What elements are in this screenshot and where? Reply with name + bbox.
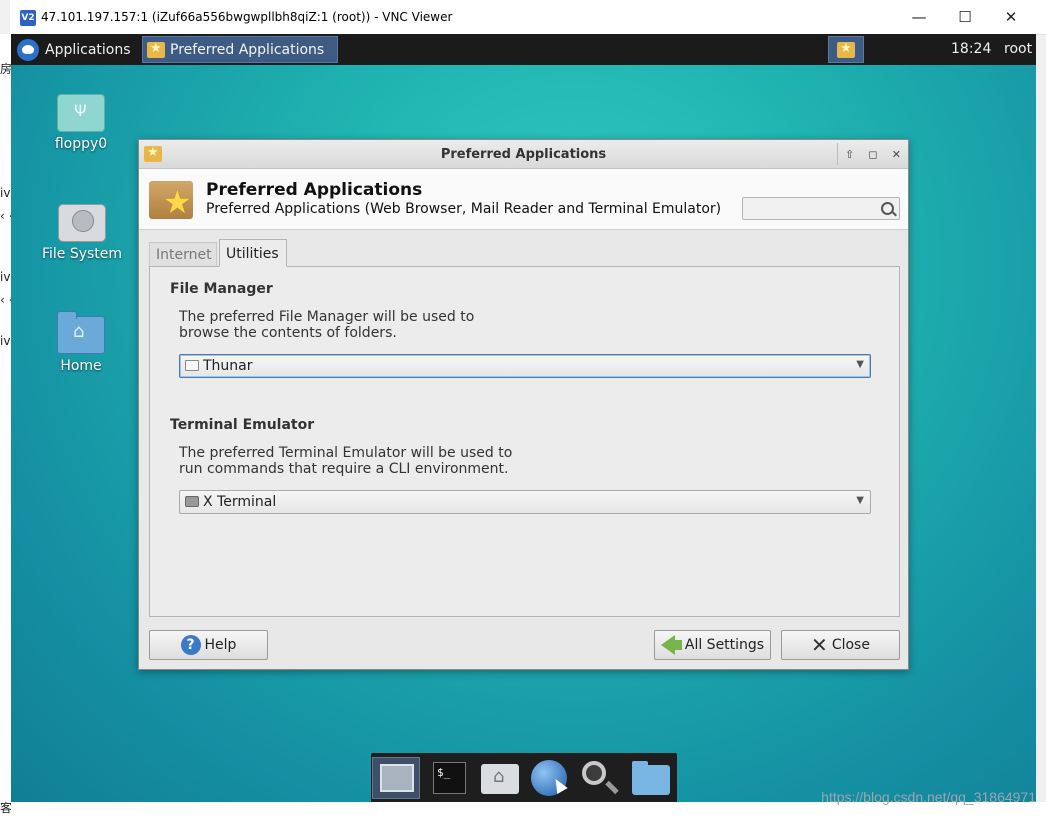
- file-manager-description: The preferred File Manager will be used …: [179, 309, 475, 341]
- preferred-applications-large-icon: [149, 181, 193, 221]
- desktop-icon-home[interactable]: Home: [31, 311, 131, 374]
- host-background-strip: 房 iv ‹ < iv ‹ < iv 客服: [0, 34, 11, 817]
- host-text-fragment: iv: [0, 186, 11, 200]
- terminal-emulator-selected: X Terminal: [203, 494, 277, 510]
- close-button-label: Close: [831, 637, 870, 653]
- close-dialog-button[interactable]: ✕: [888, 148, 904, 161]
- dock-file-manager[interactable]: [626, 757, 674, 799]
- file-manager-select[interactable]: Thunar ▼: [179, 354, 871, 378]
- help-button-label: Help: [204, 637, 237, 653]
- home-folder-icon: [57, 311, 105, 354]
- dock-show-desktop[interactable]: [372, 757, 420, 799]
- host-text-fragment: iv: [0, 270, 11, 284]
- preferred-applications-icon: [837, 41, 855, 58]
- tab-utilities[interactable]: Utilities: [219, 239, 287, 267]
- terminal-emulator-description: The preferred Terminal Emulator will be …: [179, 445, 513, 477]
- app-finder-icon: [582, 761, 606, 785]
- vnc-titlebar: V2 47.101.197.157:1 (iZuf66a556bwgwpllbh…: [10, 0, 1046, 35]
- close-window-button[interactable]: ✕: [988, 0, 1034, 34]
- workspace-switcher-button[interactable]: [828, 36, 864, 63]
- vnc-logo-icon: V2: [20, 10, 36, 26]
- web-browser-icon: [531, 760, 567, 796]
- dock-app-finder[interactable]: [576, 757, 624, 799]
- chevron-down-icon: ▼: [856, 359, 864, 370]
- chevron-down-icon: ▼: [856, 495, 864, 506]
- host-text-fragment: 客服: [0, 801, 11, 815]
- minimize-button[interactable]: —: [896, 0, 942, 34]
- all-settings-button[interactable]: All Settings: [654, 630, 771, 660]
- help-button[interactable]: ? Help: [149, 630, 268, 660]
- host-text-fragment: iv: [0, 334, 11, 348]
- tab-internet[interactable]: Internet: [149, 242, 217, 267]
- hard-disk-icon: [58, 204, 106, 242]
- header-subtitle: Preferred Applications (Web Browser, Mai…: [206, 201, 722, 217]
- search-icon: [881, 202, 894, 215]
- dialog-titlebar[interactable]: Preferred Applications ⇧ ◻ ✕: [139, 140, 908, 169]
- usb-drive-icon: [57, 94, 105, 132]
- applications-menu-button[interactable]: Applications: [13, 36, 137, 63]
- show-desktop-icon: [380, 764, 414, 792]
- dock-home-folder[interactable]: [476, 757, 524, 799]
- all-settings-button-label: All Settings: [684, 637, 765, 653]
- taskbar-item-preferred-applications[interactable]: Preferred Applications: [142, 36, 338, 63]
- host-text-fragment: ‹ <: [0, 209, 11, 223]
- desktop-icon-label: File System: [41, 246, 123, 262]
- remote-desktop: Applications Preferred Applications 18:2…: [11, 34, 1036, 802]
- top-panel: Applications Preferred Applications 18:2…: [11, 34, 1036, 65]
- back-arrow-icon: [660, 635, 682, 655]
- file-manager-icon: [632, 761, 670, 795]
- home-folder-icon: [481, 764, 519, 794]
- file-manager-title: File Manager: [170, 281, 273, 297]
- host-text-fragment: 房: [0, 62, 11, 76]
- dock-terminal[interactable]: $_: [426, 757, 474, 799]
- file-manager-selected: Thunar: [203, 358, 253, 374]
- applications-label: Applications: [45, 41, 131, 58]
- settings-search-input[interactable]: [742, 197, 900, 220]
- dock-web-browser[interactable]: [526, 757, 574, 799]
- panel-clock[interactable]: 18:24: [951, 41, 991, 57]
- vnc-window-title: 47.101.197.157:1 (iZuf66a556bwgwpllbh8qi…: [41, 10, 453, 24]
- desktop-icon-label: floppy0: [54, 136, 108, 152]
- terminal-icon: $_: [433, 762, 466, 794]
- desktop-icon-floppy0[interactable]: floppy0: [31, 94, 131, 152]
- host-text-fragment: ‹ <: [0, 293, 11, 307]
- maximize-dialog-button[interactable]: ◻: [865, 148, 881, 161]
- preferred-applications-icon: [147, 41, 165, 58]
- desktop-icon-file-system[interactable]: File System: [32, 204, 132, 262]
- panel-user[interactable]: root: [1004, 41, 1032, 57]
- header-title: Preferred Applications: [206, 180, 423, 200]
- terminal-emulator-title: Terminal Emulator: [170, 417, 315, 433]
- dialog-header: Preferred Applications Preferred Applica…: [139, 169, 908, 230]
- terminal-emulator-select[interactable]: X Terminal ▼: [179, 490, 871, 514]
- watermark-text: https://blog.csdn.net/qq_31864971: [821, 789, 1036, 805]
- xfce-mouse-icon: [17, 38, 39, 61]
- utilities-tab-panel: File Manager The preferred File Manager …: [149, 266, 900, 617]
- close-icon: ✕: [811, 633, 828, 657]
- dialog-window-controls: ⇧ ◻ ✕: [837, 143, 908, 165]
- help-icon: ?: [180, 635, 201, 655]
- folder-icon: [185, 360, 199, 371]
- maximize-button[interactable]: ☐: [942, 0, 988, 34]
- close-button[interactable]: ✕ Close: [781, 630, 900, 660]
- preferred-applications-dialog: Preferred Applications ⇧ ◻ ✕ Preferred A…: [138, 139, 909, 670]
- bottom-dock: $_: [371, 753, 677, 802]
- taskbar-item-label: Preferred Applications: [170, 41, 325, 58]
- desktop-icon-label: Home: [60, 358, 102, 374]
- roll-up-button[interactable]: ⇧: [842, 148, 858, 161]
- terminal-icon: [185, 496, 199, 507]
- dialog-window-title: Preferred Applications: [440, 147, 607, 162]
